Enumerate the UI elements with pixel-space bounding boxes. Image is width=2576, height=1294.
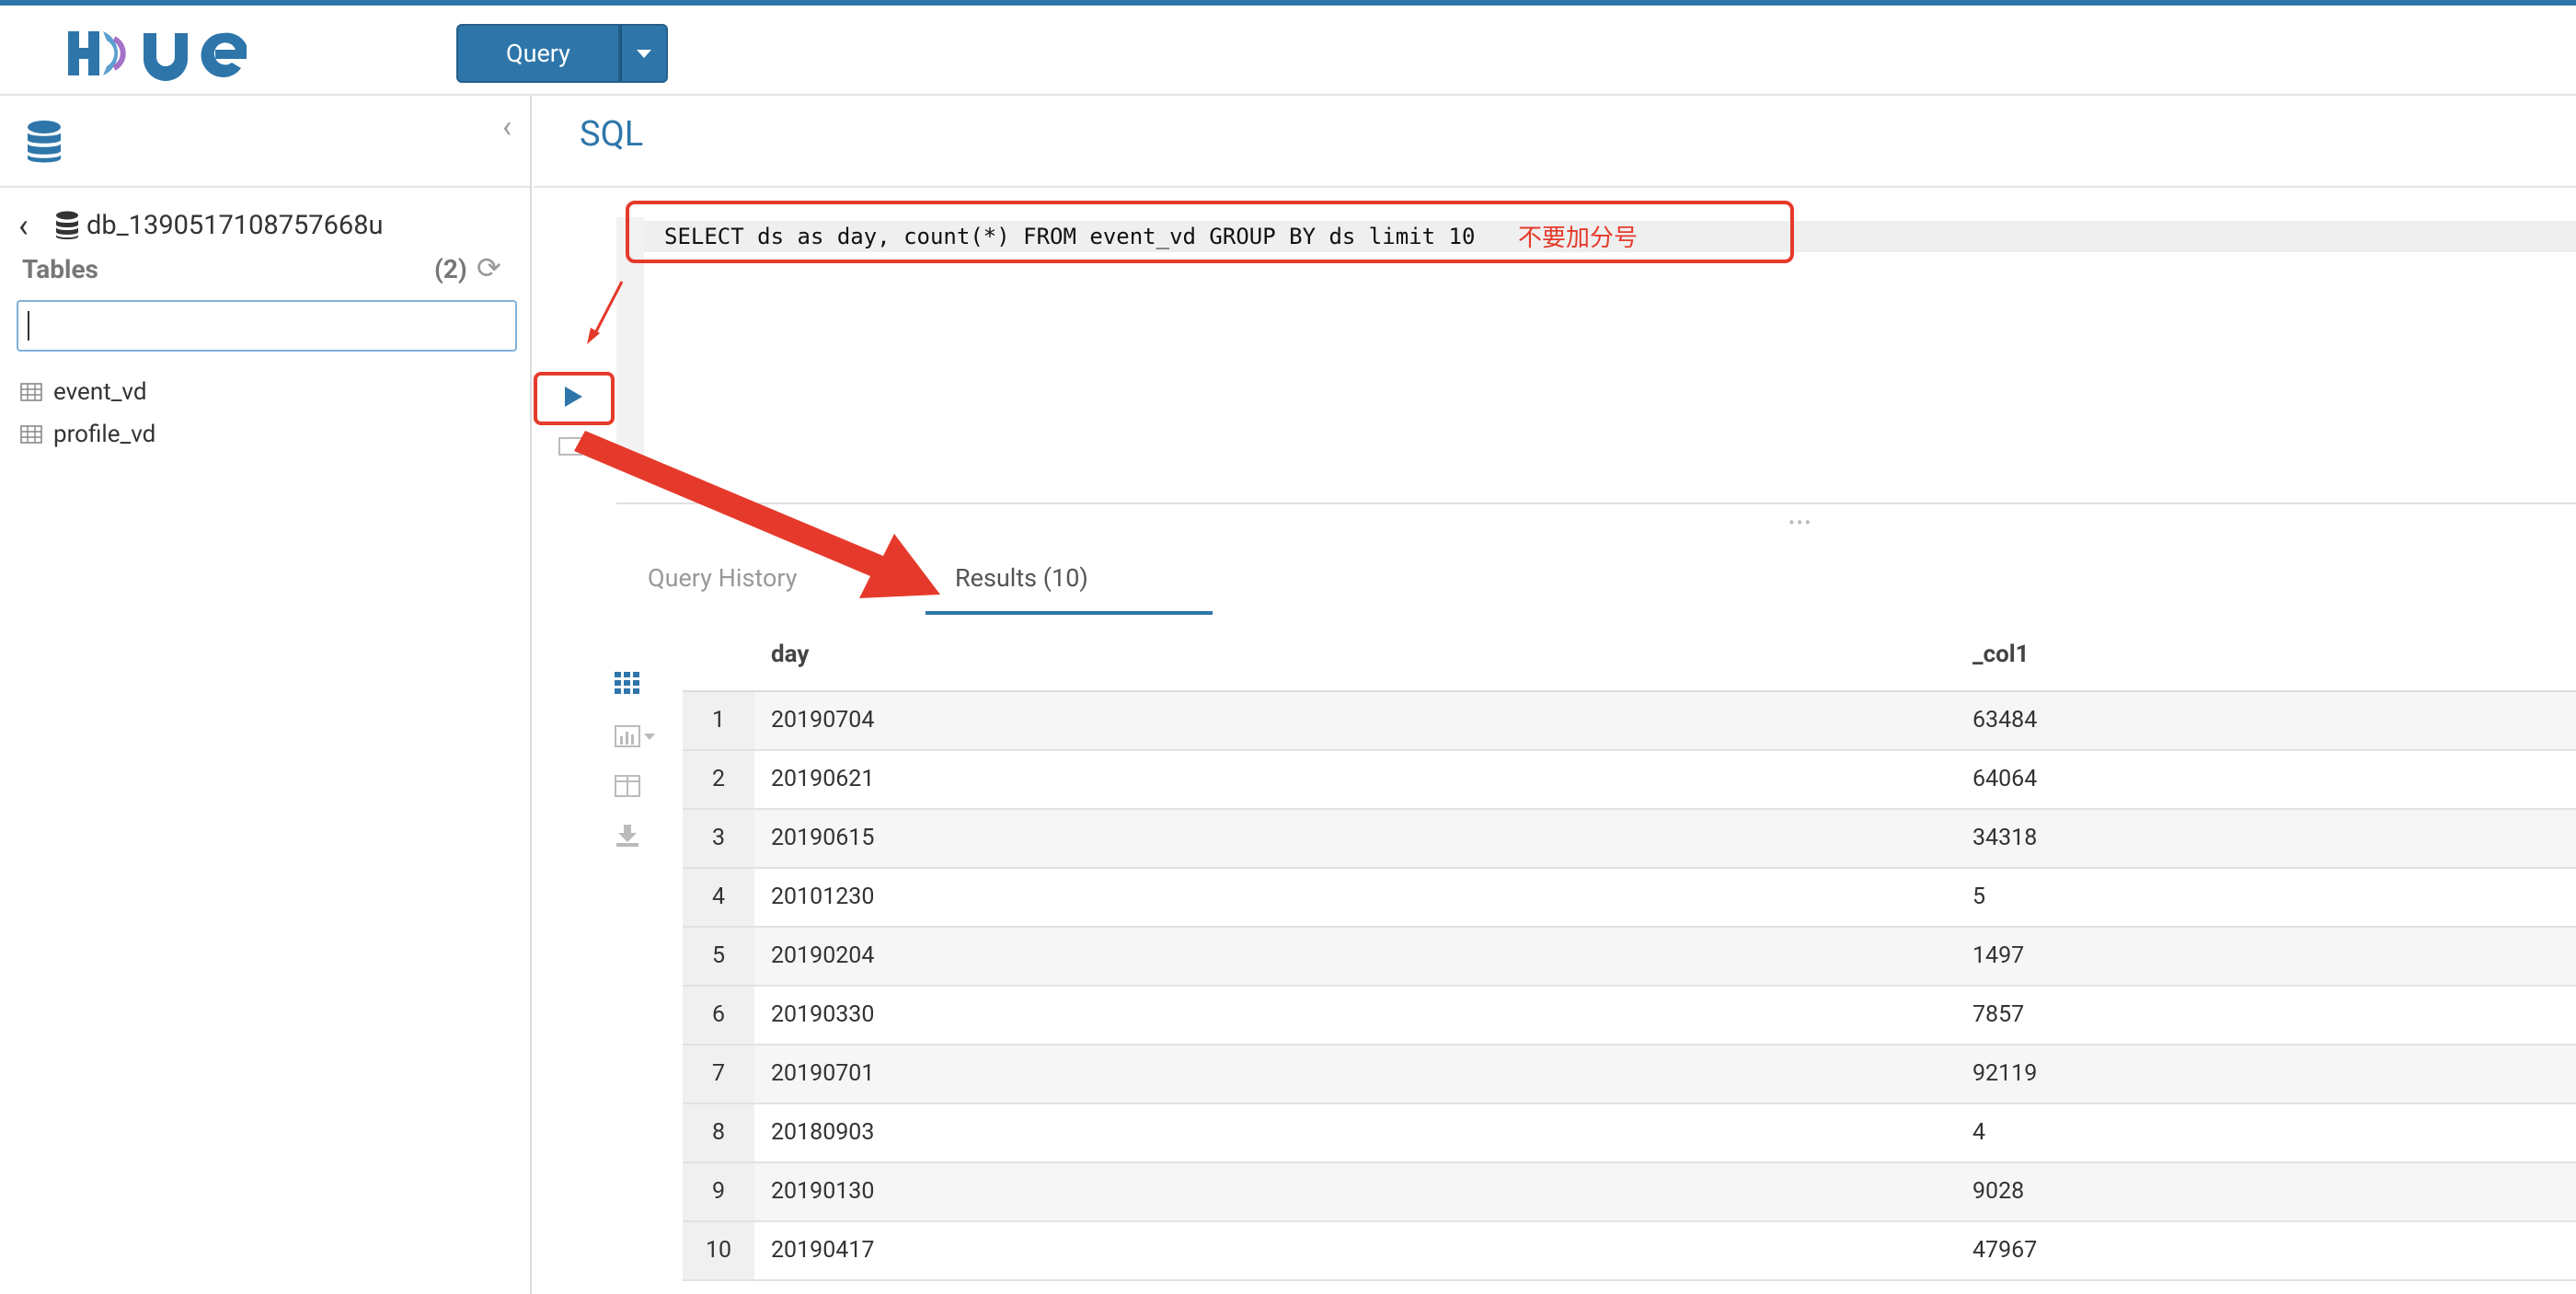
- row-number: 3: [683, 810, 754, 867]
- query-dropdown-toggle[interactable]: [620, 24, 668, 83]
- left-assist-panel: ‹ ‹ db_1390517108757668u Tables (2) ⟳ ev…: [0, 96, 532, 1294]
- table-item-event-vd[interactable]: event_vd: [20, 374, 147, 410]
- tab-results[interactable]: Results (10): [955, 563, 1088, 593]
- editor-title: SQL: [580, 114, 644, 155]
- cell-day[interactable]: 20190615: [771, 810, 874, 867]
- cell-day[interactable]: 20190621: [771, 751, 874, 808]
- snippet-settings-icon[interactable]: [558, 436, 583, 456]
- chevron-down-icon[interactable]: [589, 444, 600, 450]
- cell-col1[interactable]: 9028: [1972, 1163, 2024, 1220]
- tables-heading: Tables: [22, 254, 98, 284]
- table-row[interactable]: 3 20190615 34318: [683, 810, 2576, 869]
- row-number: 1: [683, 692, 754, 749]
- tables-count: (2): [434, 254, 467, 284]
- table-row[interactable]: 5 20190204 1497: [683, 928, 2576, 987]
- resize-handle-icon[interactable]: •••: [1788, 512, 1812, 534]
- table-icon: [20, 383, 42, 401]
- row-number: 2: [683, 751, 754, 808]
- hue-logo[interactable]: [63, 24, 247, 83]
- table-row[interactable]: 2 20190621 64064: [683, 751, 2576, 810]
- results-rows: 1 20190704 63484 2 20190621 64064 3 2019…: [683, 692, 2576, 1281]
- cell-day[interactable]: 20190701: [771, 1046, 874, 1103]
- cell-col1[interactable]: 47967: [1972, 1222, 2037, 1279]
- editor-results-divider: [616, 503, 2576, 504]
- cell-day[interactable]: 20190130: [771, 1163, 874, 1220]
- row-number: 5: [683, 928, 754, 985]
- editor-header: SQL: [534, 98, 2576, 188]
- row-number: 9: [683, 1163, 754, 1220]
- table-icon: [20, 425, 42, 444]
- table-name: event_vd: [53, 378, 147, 406]
- download-icon[interactable]: [615, 825, 640, 847]
- table-row[interactable]: 1 20190704 63484: [683, 692, 2576, 751]
- table-row[interactable]: 9 20190130 9028: [683, 1163, 2576, 1222]
- cell-day[interactable]: 20101230: [771, 869, 874, 926]
- cell-col1[interactable]: 34318: [1972, 810, 2037, 867]
- chevron-left-icon[interactable]: ‹: [18, 209, 46, 242]
- cell-day[interactable]: 20190204: [771, 928, 874, 985]
- row-number: 4: [683, 869, 754, 926]
- row-number: 10: [683, 1222, 754, 1279]
- cell-col1[interactable]: 63484: [1972, 692, 2037, 749]
- query-button[interactable]: Query: [456, 24, 620, 83]
- cell-day[interactable]: 20190330: [771, 987, 874, 1044]
- table-item-profile-vd[interactable]: profile_vd: [20, 416, 155, 453]
- column-header-col1[interactable]: _col1: [1972, 641, 2030, 668]
- table-row[interactable]: 7 20190701 92119: [683, 1046, 2576, 1104]
- refresh-icon[interactable]: ⟳: [477, 250, 501, 285]
- grid-view-icon[interactable]: [615, 672, 640, 694]
- table-row[interactable]: 8 20180903 4: [683, 1104, 2576, 1163]
- database-name: db_1390517108757668u: [86, 210, 384, 241]
- cell-col1[interactable]: 64064: [1972, 751, 2037, 808]
- cell-col1[interactable]: 4: [1972, 1104, 1985, 1161]
- annotation-highlight-box: [626, 201, 1794, 263]
- database-icon[interactable]: [26, 120, 63, 164]
- cell-col1[interactable]: 5: [1972, 869, 1985, 926]
- column-header-day[interactable]: day: [771, 641, 809, 668]
- cell-day[interactable]: 20180903: [771, 1104, 874, 1161]
- assist-panel-header: ‹: [0, 96, 530, 188]
- row-number: 8: [683, 1104, 754, 1161]
- table-filter-input[interactable]: [17, 300, 517, 352]
- top-bar: Query: [0, 6, 2576, 96]
- table-row[interactable]: 6 20190330 7857: [683, 987, 2576, 1046]
- cell-col1[interactable]: 92119: [1972, 1046, 2037, 1103]
- database-icon: [56, 211, 78, 239]
- table-row[interactable]: 10 20190417 47967: [683, 1222, 2576, 1281]
- active-tab-indicator: [926, 611, 1213, 615]
- row-number: 6: [683, 987, 754, 1044]
- row-number: 7: [683, 1046, 754, 1103]
- table-row[interactable]: 4 20101230 5: [683, 869, 2576, 928]
- text-cursor: [28, 311, 29, 341]
- cell-day[interactable]: 20190417: [771, 1222, 874, 1279]
- chart-icon[interactable]: [615, 725, 655, 747]
- cell-col1[interactable]: 7857: [1972, 987, 2024, 1044]
- collapse-panel-icon[interactable]: ‹: [502, 109, 512, 145]
- columns-icon[interactable]: [615, 775, 640, 797]
- cell-col1[interactable]: 1497: [1972, 928, 2024, 985]
- table-name: profile_vd: [53, 421, 156, 448]
- play-icon[interactable]: [565, 387, 582, 407]
- chevron-down-icon: [637, 49, 651, 58]
- cell-day[interactable]: 20190704: [771, 692, 874, 749]
- database-breadcrumb[interactable]: ‹ db_1390517108757668u: [18, 204, 383, 247]
- tab-query-history[interactable]: Query History: [648, 563, 798, 593]
